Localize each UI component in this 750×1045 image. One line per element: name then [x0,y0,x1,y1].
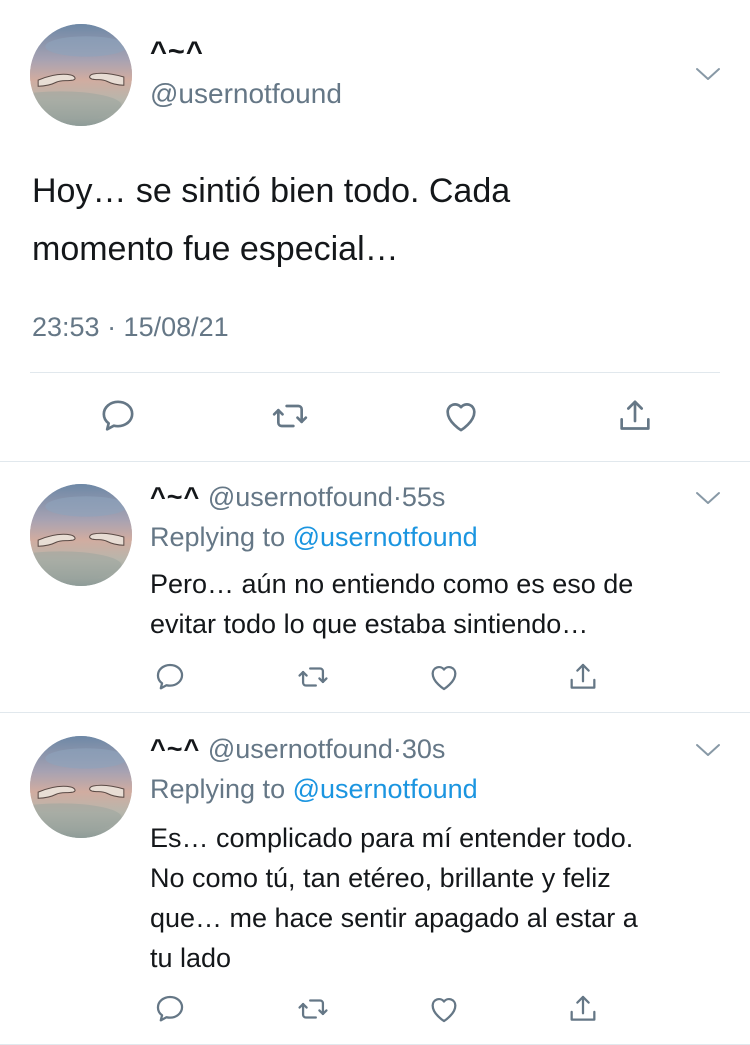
avatar-image [30,484,132,586]
retweet-icon[interactable] [270,396,310,436]
share-icon[interactable] [566,992,600,1026]
replying-to: Replying to @usernotfound [150,774,478,805]
tweet-text-line: Pero… aún no entiendo como es eso de [150,569,634,599]
tweet-text-line: tu lado [150,943,232,973]
tweet-text-line: que… me hace sentir apagado al estar a [150,903,638,933]
divider [0,712,750,713]
avatar-image [30,736,132,838]
main-tweet: ^~^ @usernotfound Hoy… se sintió bien to… [0,0,750,461]
avatar[interactable] [30,24,132,126]
replying-to-link[interactable]: @usernotfound [293,522,478,552]
like-icon[interactable] [427,992,461,1026]
tweet-text: Es… complicado para mí entender todo. No… [150,818,730,978]
reply-tweet[interactable]: ^~^ @usernotfound·55s Replying to @usern… [0,462,750,712]
tweet-timestamp[interactable]: 23:53 · 15/08/21 [32,312,229,343]
chevron-down-icon[interactable] [695,66,721,82]
tweet-text-line: Hoy… se sintió bien todo. Cada [32,172,511,210]
chevron-down-icon[interactable] [695,742,721,758]
separator-dot: · [392,482,402,512]
tweet-time[interactable]: 30s [402,734,446,764]
avatar[interactable] [30,736,132,838]
chevron-down-icon[interactable] [695,490,721,506]
replying-to-label: Replying to [150,774,286,804]
reply-header: ^~^ @usernotfound·30s [150,734,445,765]
tweet-text: Pero… aún no entiendo como es eso de evi… [150,564,730,644]
tweet-text-line: Es… complicado para mí entender todo. [150,823,634,853]
display-name[interactable]: ^~^ [150,482,200,512]
separator-dot: · [392,734,402,764]
replying-to: Replying to @usernotfound [150,522,478,553]
reply-header: ^~^ @usernotfound·55s [150,482,445,513]
user-handle[interactable]: @usernotfound [208,734,393,764]
reply-icon[interactable] [153,992,187,1026]
user-handle[interactable]: @usernotfound [208,482,393,512]
like-icon[interactable] [441,396,481,436]
display-name[interactable]: ^~^ [150,734,200,764]
tweet-time[interactable]: 55s [402,482,446,512]
tweet-text-line: No como tú, tan etéreo, brillante y feli… [150,863,611,893]
like-icon[interactable] [427,660,461,694]
tweet-text: Hoy… se sintió bien todo. Cada momento f… [32,162,712,278]
replying-to-link[interactable]: @usernotfound [293,774,478,804]
share-icon[interactable] [615,396,655,436]
reply-icon[interactable] [98,396,138,436]
replying-to-label: Replying to [150,522,286,552]
avatar-image [30,24,132,126]
user-handle[interactable]: @usernotfound [150,78,342,110]
tweet-text-line: momento fue especial… [32,230,399,268]
retweet-icon[interactable] [296,992,330,1026]
reply-tweet[interactable]: ^~^ @usernotfound·30s Replying to @usern… [0,714,750,1045]
divider [30,372,720,373]
share-icon[interactable] [566,660,600,694]
retweet-icon[interactable] [296,660,330,694]
avatar[interactable] [30,484,132,586]
reply-icon[interactable] [153,660,187,694]
tweet-text-line: evitar todo lo que estaba sintiendo… [150,609,589,639]
display-name[interactable]: ^~^ [150,36,204,69]
